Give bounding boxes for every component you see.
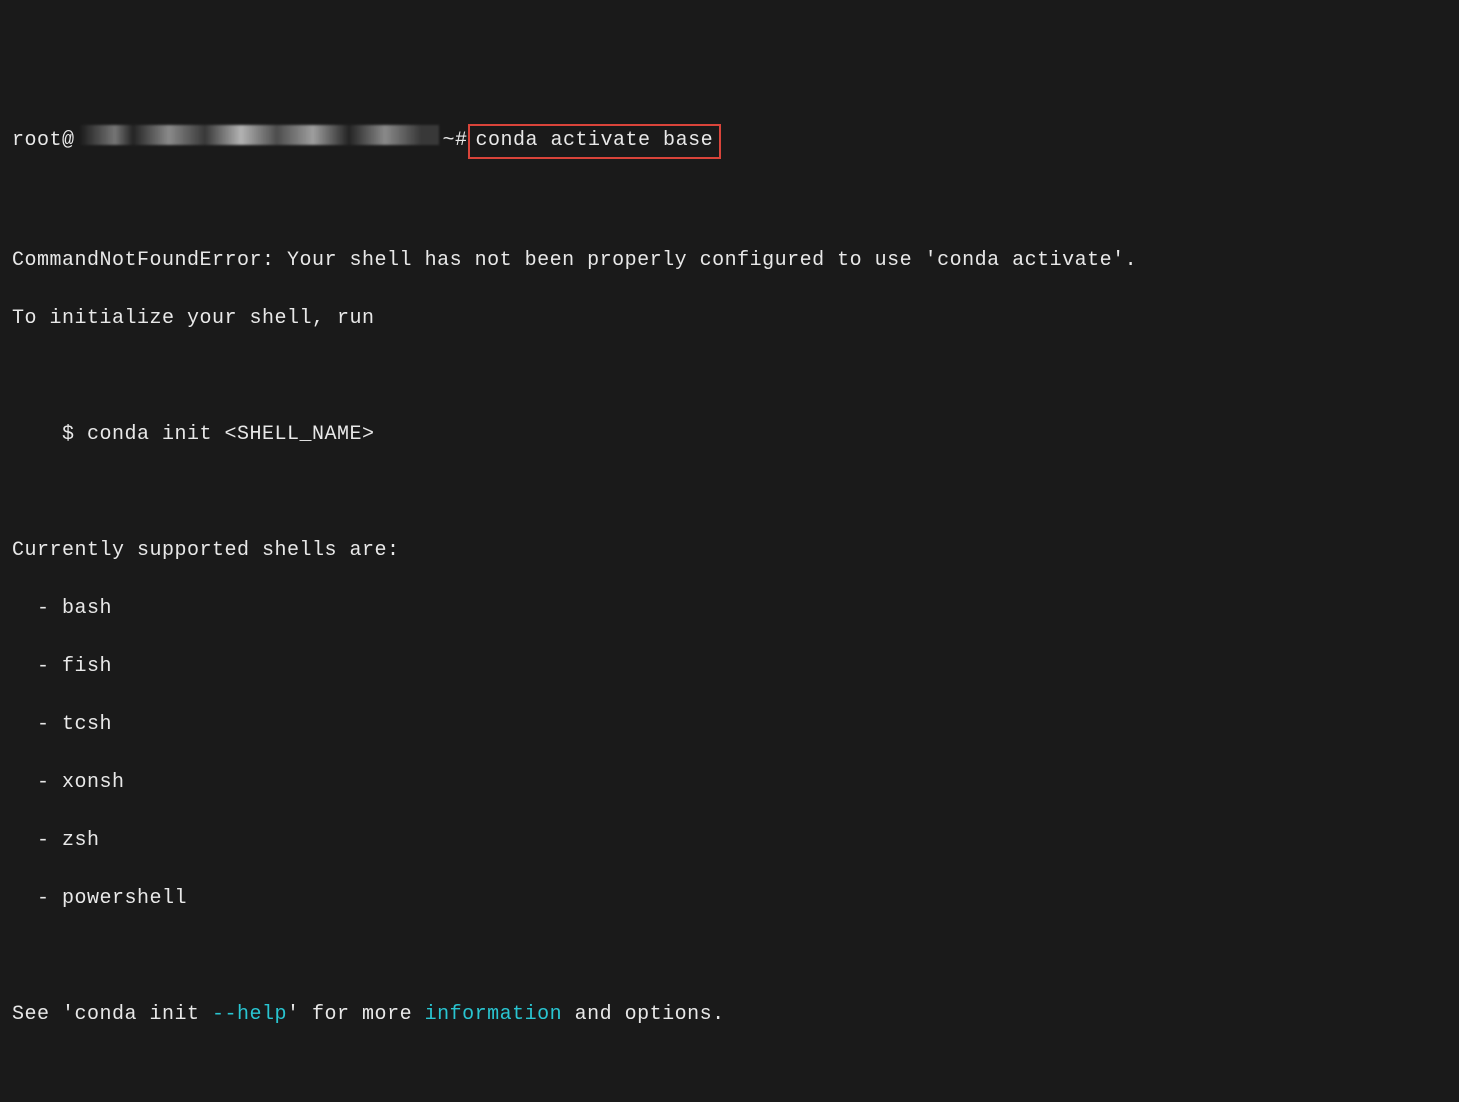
shell-item: - bash: [12, 594, 1447, 623]
help-flag: --help: [212, 1003, 287, 1026]
init-command: $ conda init <SHELL_NAME>: [12, 420, 1447, 449]
command-text: conda activate base: [476, 129, 714, 152]
error-line-1: CommandNotFoundError: Your shell has not…: [12, 246, 1447, 275]
shell-item: - xonsh: [12, 768, 1447, 797]
information-word: information: [425, 1003, 563, 1026]
text-fragment: See 'conda init: [12, 1003, 212, 1026]
prompt-line[interactable]: root@ ~# conda activate base: [12, 124, 1447, 159]
blank-line: [12, 478, 1447, 507]
shell-item: - fish: [12, 652, 1447, 681]
censored-hostname: [79, 125, 439, 145]
see-help-line: See 'conda init --help' for more informa…: [12, 1000, 1447, 1029]
text-fragment: and options.: [562, 1003, 725, 1026]
shell-item: - powershell: [12, 884, 1447, 913]
error-line-2: To initialize your shell, run: [12, 304, 1447, 333]
shell-item: - tcsh: [12, 710, 1447, 739]
text-fragment: ' for more: [287, 1003, 425, 1026]
prompt-user: root@: [12, 126, 75, 155]
blank-line: [12, 942, 1447, 971]
blank-line: [12, 188, 1447, 217]
shell-item: - zsh: [12, 826, 1447, 855]
prompt-suffix: ~#: [443, 126, 468, 155]
blank-line: [12, 1058, 1447, 1087]
blank-line: [12, 362, 1447, 391]
command-input-highlight: conda activate base: [468, 124, 722, 159]
